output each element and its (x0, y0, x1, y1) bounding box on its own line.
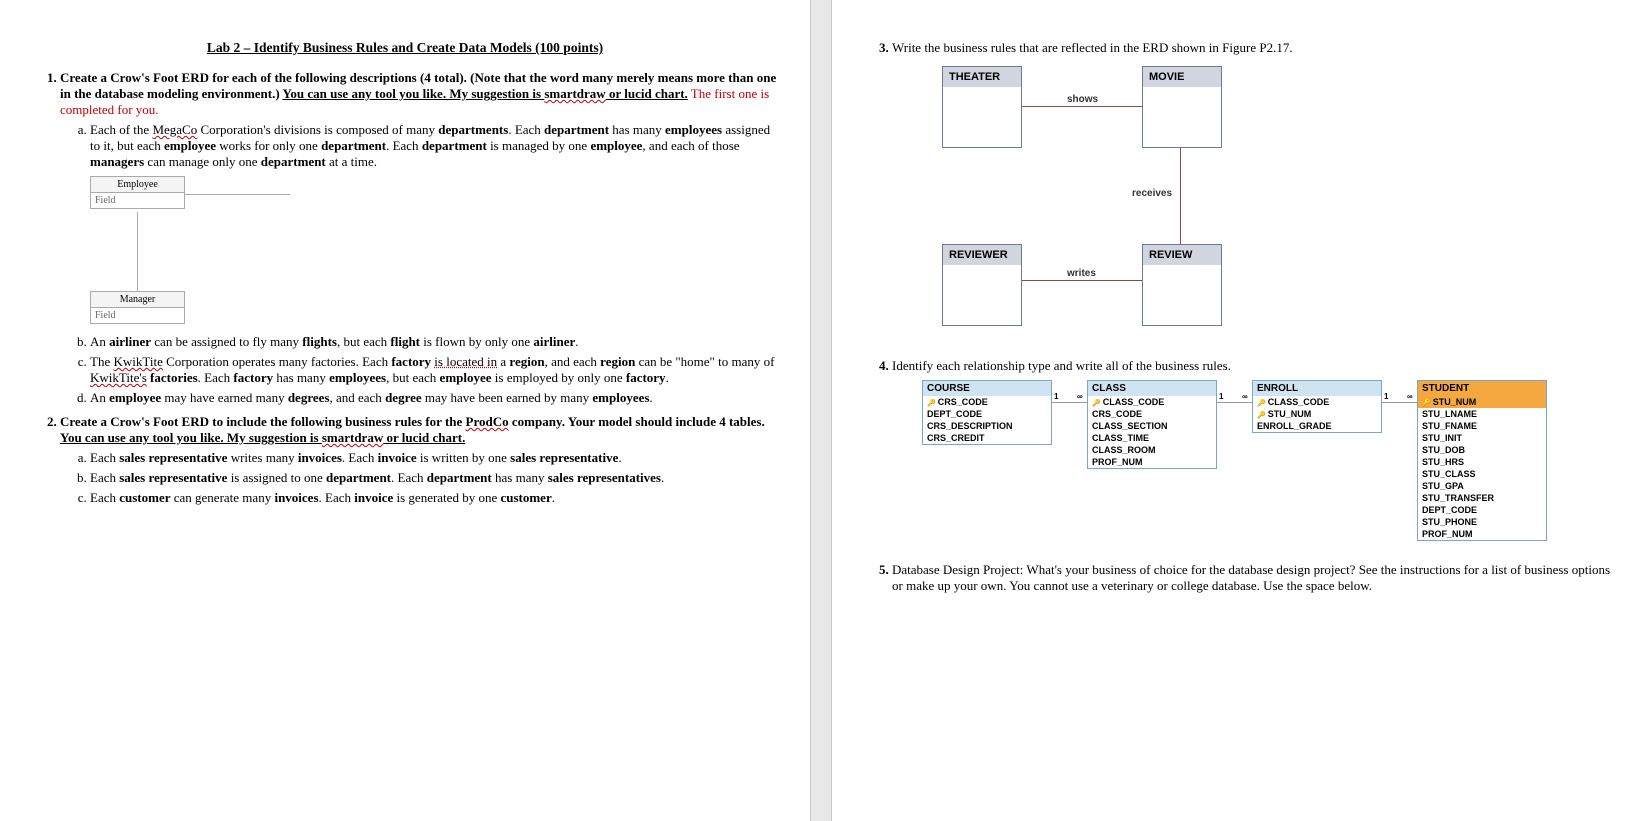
q1d: An employee may have earned many degrees… (90, 390, 780, 406)
lab-title: Lab 2 – Identify Business Rules and Crea… (30, 40, 780, 56)
q1a: Each of the MegaCo Corporation's divisio… (90, 122, 780, 326)
main-list: Create a Crow's Foot ERD for each of the… (30, 70, 780, 506)
q1: Create a Crow's Foot ERD for each of the… (60, 70, 780, 406)
page-divider (810, 0, 832, 821)
right-page: Write the business rules that are reflec… (832, 0, 1642, 821)
left-page: Lab 2 – Identify Business Rules and Crea… (0, 0, 810, 821)
q1c: The KwikTite Corporation operates many f… (90, 354, 780, 386)
q2: Create a Crow's Foot ERD to include the … (60, 414, 780, 506)
q4: Identify each relationship type and writ… (892, 358, 1612, 550)
q2c: Each customer can generate many invoices… (90, 490, 780, 506)
q1b: An airliner can be assigned to fly many … (90, 334, 780, 350)
q5: Database Design Project: What's your bus… (892, 562, 1612, 594)
erd1-diagram: Departments Field Employee Field Manager… (90, 176, 400, 326)
q3: Write the business rules that are reflec… (892, 40, 1612, 346)
main-list-right: Write the business rules that are reflec… (862, 40, 1612, 594)
erd-p217: THEATER MOVIE REVIEWER REVIEW shows rece… (932, 66, 1352, 346)
q2a: Each sales representative writes many in… (90, 450, 780, 466)
erd-q4: COURSE CRS_CODE DEPT_CODE CRS_DESCRIPTIO… (922, 380, 1622, 550)
q2b: Each sales representative is assigned to… (90, 470, 780, 486)
